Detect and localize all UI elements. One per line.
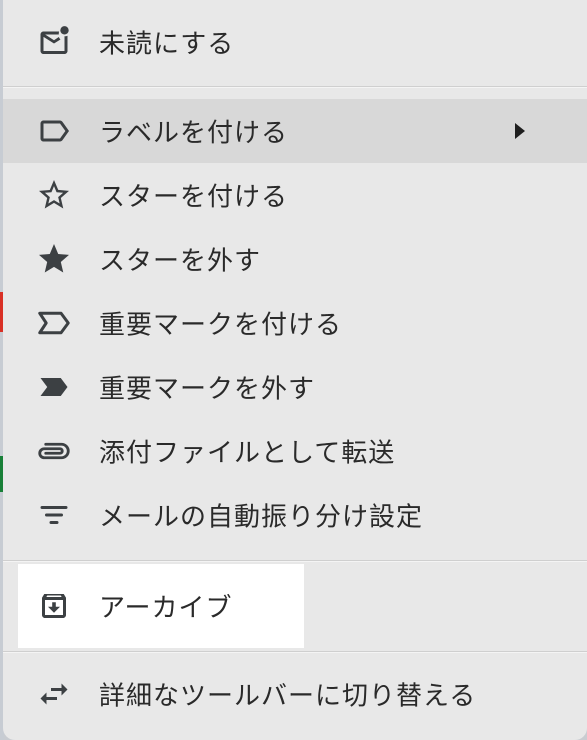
switch-toolbar-label: 詳細なツールバーに切り替える [99,681,477,712]
remove-star-item[interactable]: スターを外す [3,227,587,291]
add-star-label: スターを付ける [99,182,289,213]
important-outline-icon [38,311,70,335]
filter-icon [40,506,68,524]
mark-unread-item[interactable]: 未読にする [3,10,587,74]
archive-item[interactable]: アーカイブ [18,564,304,648]
mark-important-label: 重要マークを付ける [99,310,343,341]
add-star-item[interactable]: スターを付ける [3,163,587,227]
submenu-arrow-icon [515,123,525,139]
label-icon [40,120,69,142]
divider [3,651,587,653]
context-menu: 未読にする ラベルを付ける スターを付ける スターを外す 重要マークを付ける 重… [3,0,587,740]
filter-messages-label: メールの自動振り分け設定 [99,502,424,533]
remove-star-label: スターを外す [99,246,262,277]
important-filled-icon [40,378,68,396]
add-label-label: ラベルを付ける [99,118,289,149]
filter-messages-item[interactable]: メールの自動振り分け設定 [3,483,587,547]
mark-unread-label: 未読にする [99,29,235,60]
archive-label: アーカイブ [99,593,233,624]
divider [3,560,587,562]
remove-important-item[interactable]: 重要マークを外す [3,355,587,419]
star-outline-icon [39,180,69,209]
remove-important-label: 重要マークを外す [99,374,316,405]
mark-important-item[interactable]: 重要マークを付ける [3,291,587,355]
mark-unread-icon [40,26,69,54]
add-label-item[interactable]: ラベルを付ける [3,99,587,163]
forward-as-attachment-item[interactable]: 添付ファイルとして転送 [3,419,587,483]
divider [3,86,587,88]
swap-icon [40,683,68,705]
archive-icon [42,594,66,618]
forward-as-attachment-label: 添付ファイルとして転送 [99,438,396,469]
switch-toolbar-item[interactable]: 詳細なツールバーに切り替える [3,662,587,726]
attachment-icon [38,442,70,460]
star-filled-icon [39,244,69,273]
